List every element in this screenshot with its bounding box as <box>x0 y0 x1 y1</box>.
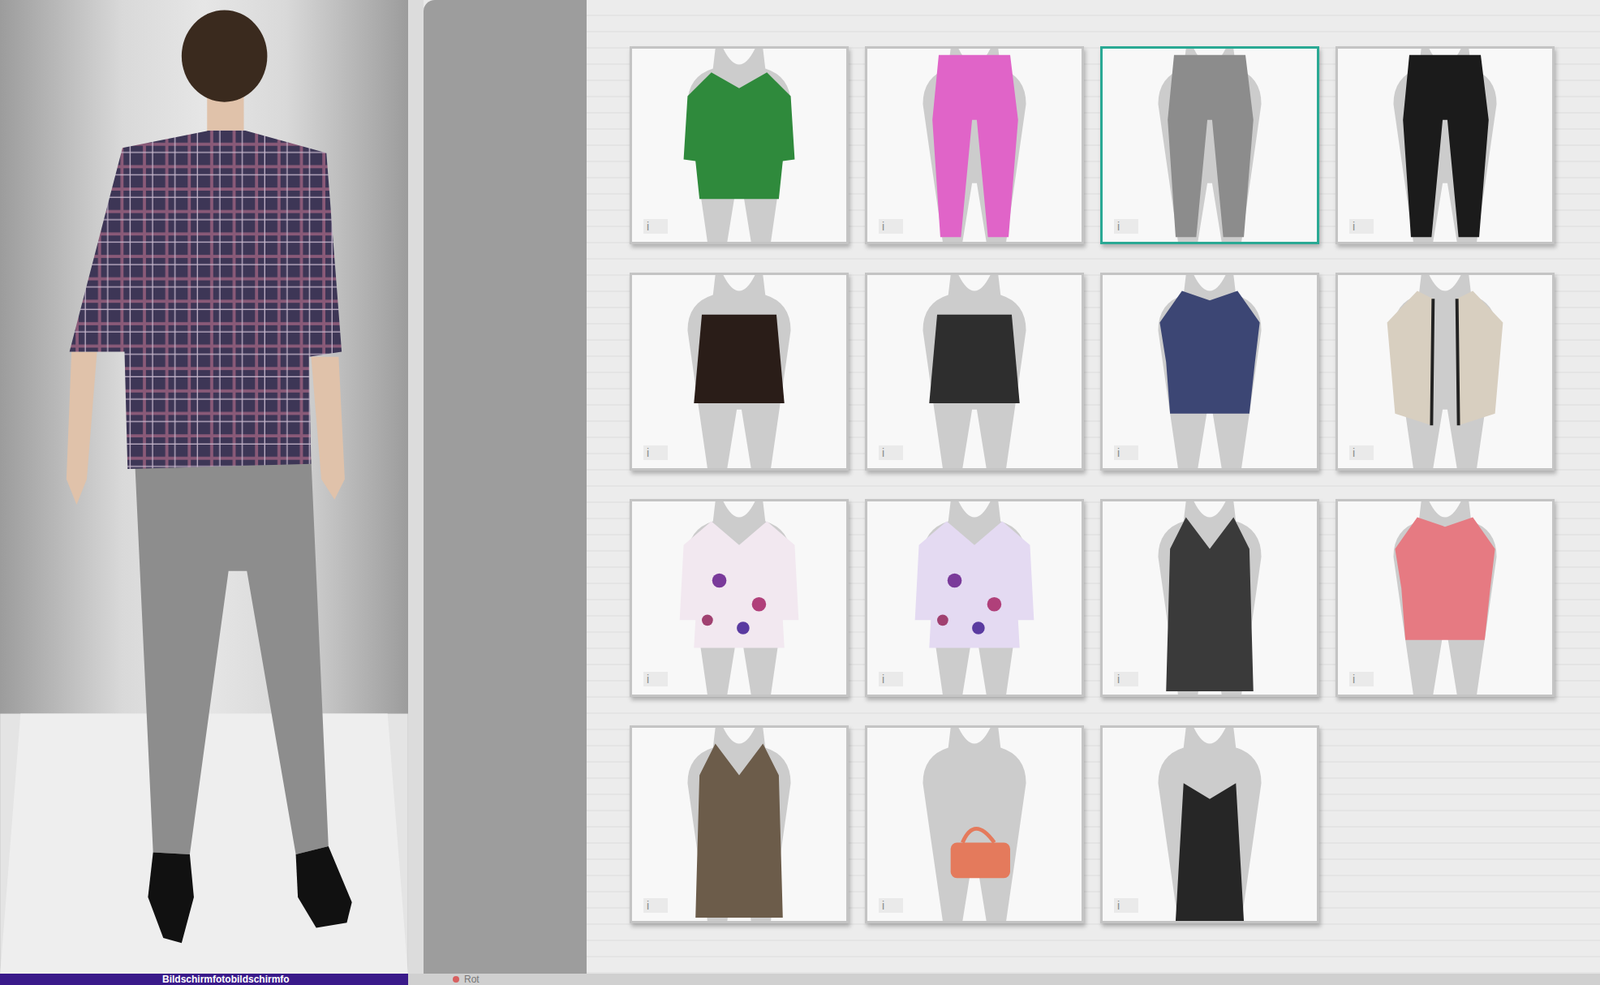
info-button[interactable]: i <box>1349 445 1374 461</box>
garment <box>1165 517 1254 693</box>
mannequin <box>1393 48 1497 242</box>
mannequin <box>1157 727 1261 921</box>
wardrobe-item[interactable]: i <box>864 725 1084 924</box>
garment <box>1394 517 1495 641</box>
mannequin <box>687 275 791 469</box>
garment-icon <box>1337 48 1553 242</box>
taskbar: Rot <box>408 973 1600 985</box>
garment-icon <box>1102 48 1317 242</box>
garment <box>693 314 784 404</box>
garment <box>950 828 1011 878</box>
garment-icon <box>867 727 1082 921</box>
wardrobe-item[interactable]: i <box>1100 498 1320 697</box>
mannequin <box>922 727 1026 921</box>
garment <box>929 314 1020 404</box>
garment <box>932 55 1019 237</box>
info-button[interactable]: i <box>1349 671 1374 687</box>
garment <box>683 72 796 199</box>
garment <box>915 520 1035 648</box>
garment <box>1159 291 1260 414</box>
info-button[interactable]: i <box>878 219 904 234</box>
wardrobe-item[interactable]: i <box>629 272 849 471</box>
wardrobe-item[interactable]: i <box>1100 272 1320 471</box>
garment <box>1402 55 1489 237</box>
garment-icon <box>867 48 1082 242</box>
wardrobe-item[interactable]: i <box>864 272 1084 471</box>
info-button[interactable]: i <box>1113 898 1139 913</box>
mannequin <box>1157 275 1261 469</box>
wardrobe-item[interactable]: i <box>1335 46 1555 245</box>
tag-label[interactable]: Rot <box>464 973 480 985</box>
mannequin <box>687 727 791 921</box>
info-button[interactable]: i <box>878 445 904 461</box>
model-preview <box>0 0 409 974</box>
tag-dot-icon <box>452 976 460 983</box>
garment-icon <box>632 501 847 695</box>
side-panel <box>423 0 587 974</box>
wardrobe-item[interactable]: i <box>1335 272 1555 471</box>
wardrobe-item[interactable]: i <box>1335 498 1555 697</box>
divider <box>408 0 424 974</box>
garment-icon <box>632 727 847 921</box>
info-button[interactable]: i <box>643 671 668 687</box>
garment-icon <box>1102 275 1317 469</box>
mannequin <box>1393 501 1497 695</box>
wardrobe-item[interactable]: i <box>864 498 1084 697</box>
garment <box>695 744 783 919</box>
wardrobe-grid: i i i i i i i i i i i i i i i <box>629 46 1600 924</box>
mannequin <box>922 48 1026 242</box>
wardrobe-item[interactable]: i <box>864 46 1084 245</box>
wardrobe-panel: i i i i i i i i i i i i i i i <box>586 0 1600 974</box>
wardrobe-item[interactable]: i <box>629 46 849 245</box>
garment-icon <box>867 501 1082 695</box>
info-button[interactable]: i <box>643 219 668 234</box>
wardrobe-item[interactable]: i <box>629 725 849 924</box>
info-button[interactable]: i <box>1349 219 1374 234</box>
info-button[interactable]: i <box>643 898 668 913</box>
info-button[interactable]: i <box>1113 445 1139 461</box>
taskbar-caption: Bildschirmfotobildschirmfo <box>0 973 409 985</box>
wardrobe-item[interactable]: i <box>1100 46 1320 245</box>
garment-icon <box>632 275 847 469</box>
garment <box>1387 291 1504 426</box>
mannequin <box>1157 48 1261 242</box>
caption-text: Bildschirmfotobildschirmfo <box>162 973 290 985</box>
garment-icon <box>1337 501 1553 695</box>
info-button[interactable]: i <box>878 898 904 913</box>
garment <box>679 520 800 648</box>
mannequin <box>922 275 1026 469</box>
garment-icon <box>1337 275 1553 469</box>
wardrobe-item[interactable]: i <box>1100 725 1320 924</box>
model-figure <box>0 0 409 974</box>
info-button[interactable]: i <box>1113 671 1139 687</box>
garment-icon <box>1102 501 1317 695</box>
info-button[interactable]: i <box>1113 219 1139 234</box>
garment <box>1167 55 1254 237</box>
garment-icon <box>632 48 847 242</box>
garment-icon <box>867 275 1082 469</box>
mannequin <box>1157 501 1261 695</box>
garment <box>1175 782 1244 921</box>
info-button[interactable]: i <box>643 445 668 461</box>
wardrobe-item[interactable]: i <box>629 498 849 697</box>
garment-icon <box>1102 727 1317 921</box>
info-button[interactable]: i <box>878 671 904 687</box>
